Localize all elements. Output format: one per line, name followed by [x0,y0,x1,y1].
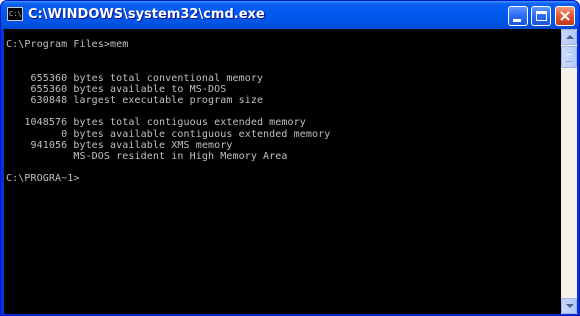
console-line: 655360 bytes total conventional memory [6,72,264,84]
console-line: MS-DOS resident in High Memory Area [6,151,288,163]
console-line: 655360 bytes available to MS-DOS [6,83,227,95]
title-bar[interactable]: C:\ C:\WINDOWS\system32\cmd.exe [1,1,579,29]
close-button[interactable] [555,6,575,26]
scroll-up-button[interactable] [561,29,577,45]
console-line: C:\Program Files>mem [6,39,129,50]
console-text: C:\Program Files>mem 655360 bytes total … [6,39,330,185]
arrow-down-icon [566,304,574,308]
minimize-icon [513,19,521,22]
maximize-button[interactable] [531,6,551,26]
console-line: 941056 bytes available XMS memory [6,139,233,151]
window-title: C:\WINDOWS\system32\cmd.exe [28,7,265,22]
console-line: 1048576 bytes total contiguous extended … [6,117,306,129]
grip-icon [566,54,572,62]
cmd-app-icon[interactable]: C:\ [7,7,23,21]
console-output-area[interactable]: C:\Program Files>mem 655360 bytes total … [4,29,561,314]
cmd-window: C:\ C:\WINDOWS\system32\cmd.exe C:\Progr… [0,0,580,316]
minimize-button[interactable] [508,6,528,26]
scroll-thumb[interactable] [561,46,577,68]
close-icon [560,11,570,21]
vertical-scrollbar[interactable] [561,29,577,314]
console-line: 0 bytes available contiguous extended me… [6,128,331,140]
console-line: C:\PROGRA~1> [6,173,80,185]
arrow-up-icon [566,35,574,39]
scroll-down-button[interactable] [561,298,577,314]
console-line: 630848 largest executable program size [6,95,264,107]
maximize-icon [536,11,547,21]
